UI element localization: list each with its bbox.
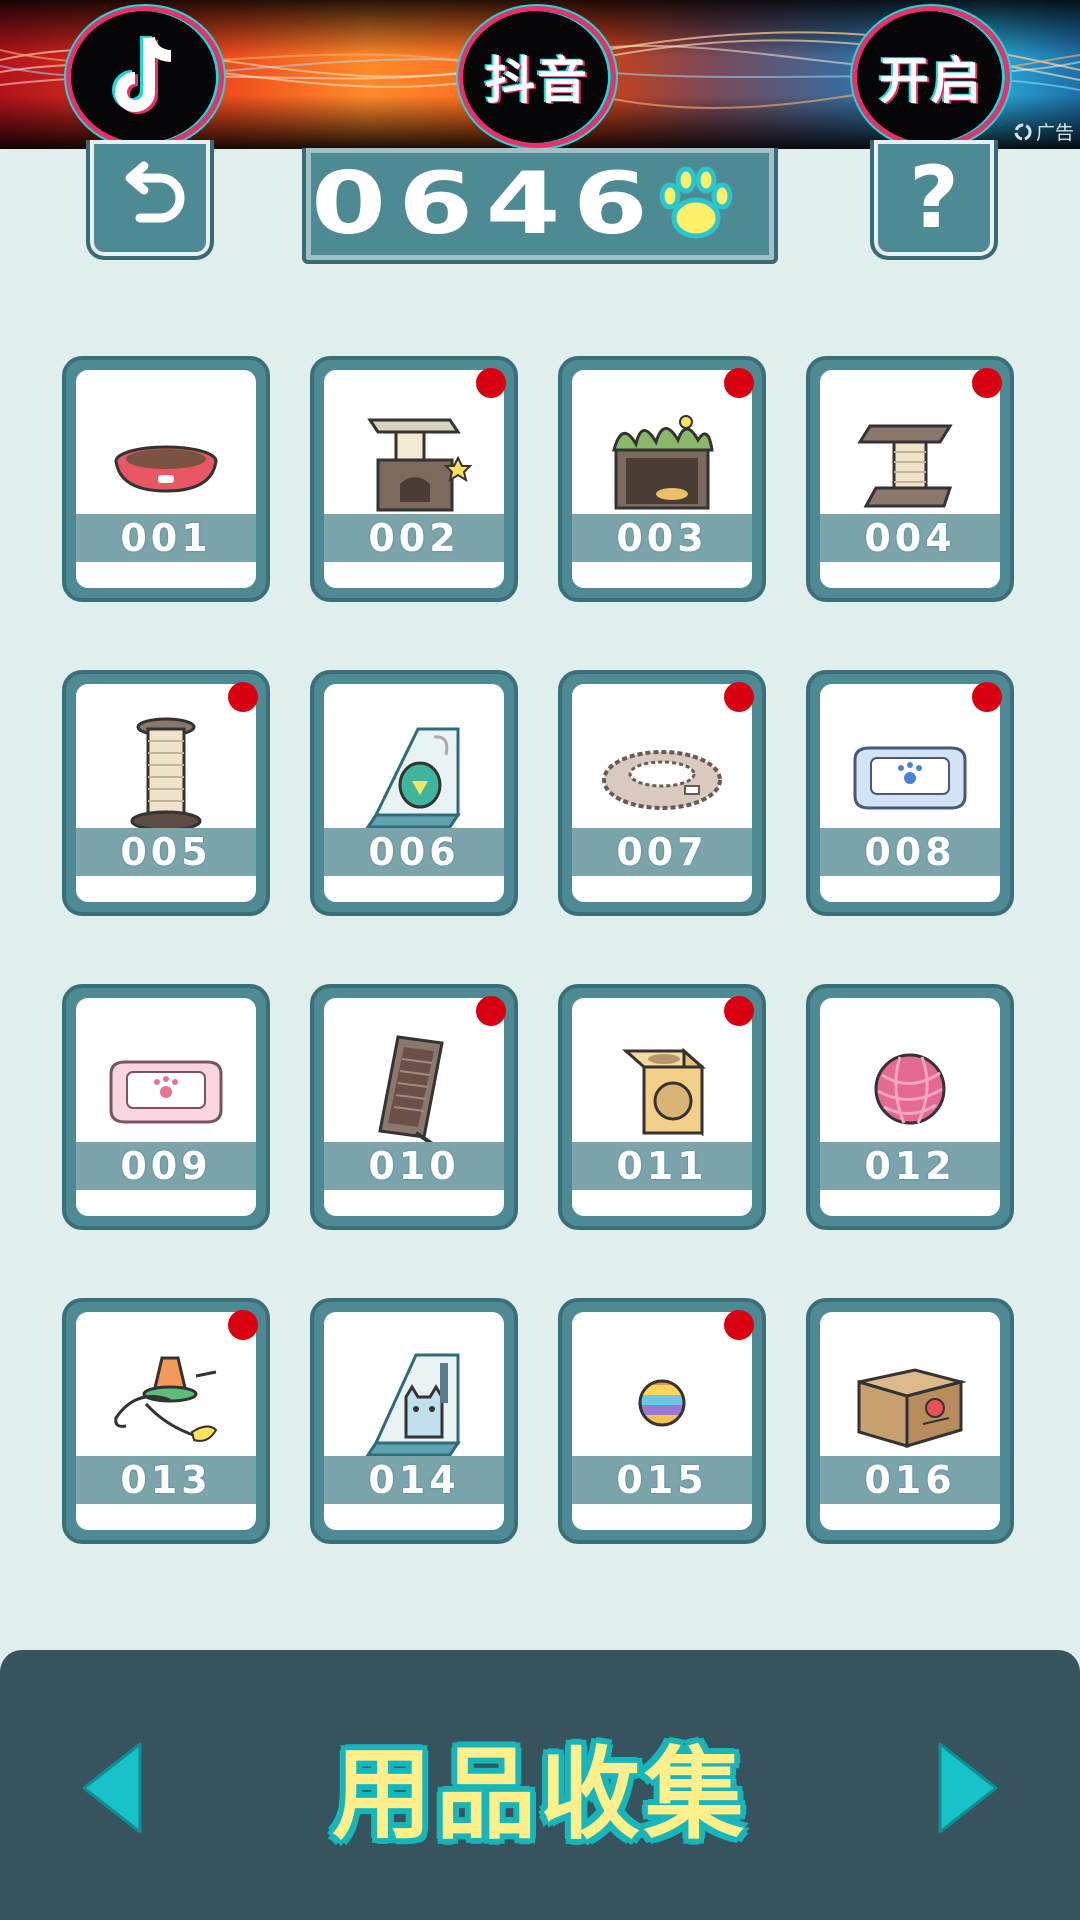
back-button[interactable] xyxy=(86,140,214,260)
scratch-board-icon xyxy=(378,1035,444,1147)
item-number: 013 xyxy=(76,1456,256,1504)
yarn-ball-icon xyxy=(874,1053,946,1125)
toy-box-icon xyxy=(365,727,461,829)
paw-counter: 0646 xyxy=(302,148,778,264)
new-item-dot xyxy=(724,996,754,1026)
item-card-005[interactable]: 005 xyxy=(62,670,270,916)
item-number: 002 xyxy=(324,514,504,562)
pink-bed-icon xyxy=(109,1060,223,1124)
new-item-dot xyxy=(228,682,258,712)
cube-house-icon xyxy=(622,1047,706,1137)
item-card-010[interactable]: 010 xyxy=(310,984,518,1230)
item-card-004[interactable]: 004 xyxy=(806,356,1014,602)
page-title: 用品收集 xyxy=(332,1735,748,1853)
new-item-dot xyxy=(724,368,754,398)
fluffy-ring-icon xyxy=(602,750,722,810)
food-bowl-icon xyxy=(114,445,218,493)
paw-counter-value: 0646 xyxy=(311,154,661,254)
item-card-008[interactable]: 008 xyxy=(806,670,1014,916)
blue-bed-icon xyxy=(853,746,967,810)
item-number: 014 xyxy=(324,1456,504,1504)
ad-banner[interactable]: 抖音 开启 广告 xyxy=(0,0,1080,149)
teaser-wand-icon xyxy=(114,1356,218,1442)
item-card-003[interactable]: 003 xyxy=(558,356,766,602)
new-item-dot xyxy=(972,368,1002,398)
paw-icon xyxy=(659,166,733,239)
cardboard-box-icon xyxy=(857,1368,967,1449)
help-button[interactable]: ? xyxy=(870,140,998,260)
new-item-dot xyxy=(724,1310,754,1340)
ad-button-douyin[interactable]: 抖音 xyxy=(458,6,616,148)
new-item-dot xyxy=(972,682,1002,712)
ad-button-open[interactable]: 开启 xyxy=(852,6,1010,148)
item-number: 006 xyxy=(324,828,504,876)
item-number: 015 xyxy=(572,1456,752,1504)
next-page-arrow-icon[interactable] xyxy=(932,1738,1002,1838)
item-card-006[interactable]: 006 xyxy=(310,670,518,916)
item-number: 001 xyxy=(76,514,256,562)
item-number: 003 xyxy=(572,514,752,562)
item-number: 007 xyxy=(572,828,752,876)
item-number: 004 xyxy=(820,514,1000,562)
item-card-015[interactable]: 015 xyxy=(558,1298,766,1544)
help-button-label: ? xyxy=(909,148,959,248)
scratch-pole-icon xyxy=(130,717,202,832)
music-note-icon xyxy=(112,36,172,114)
ad-refresh-icon xyxy=(1014,123,1032,140)
item-number: 016 xyxy=(820,1456,1000,1504)
item-card-011[interactable]: 011 xyxy=(558,984,766,1230)
item-card-016[interactable]: 016 xyxy=(806,1298,1014,1544)
item-number: 009 xyxy=(76,1142,256,1190)
ad-button-douyin-label: 抖音 xyxy=(485,52,589,110)
item-card-014[interactable]: 014 xyxy=(310,1298,518,1544)
item-number: 012 xyxy=(820,1142,1000,1190)
item-number: 005 xyxy=(76,828,256,876)
new-item-dot xyxy=(476,996,506,1026)
undo-arrow-icon xyxy=(125,161,185,223)
bottom-bar: 用品收集 xyxy=(0,1650,1080,1920)
new-item-dot xyxy=(724,682,754,712)
item-number: 011 xyxy=(572,1142,752,1190)
ad-button-open-label: 开启 xyxy=(879,52,983,110)
item-card-009[interactable]: 009 xyxy=(62,984,270,1230)
item-card-007[interactable]: 007 xyxy=(558,670,766,916)
item-card-013[interactable]: 013 xyxy=(62,1298,270,1544)
item-number: 010 xyxy=(324,1142,504,1190)
leafy-box-icon xyxy=(612,415,714,510)
item-number: 008 xyxy=(820,828,1000,876)
item-card-001[interactable]: 001 xyxy=(62,356,270,602)
prev-page-arrow-icon[interactable] xyxy=(78,1738,148,1838)
rainbow-ball-icon xyxy=(638,1379,686,1427)
item-card-012[interactable]: 012 xyxy=(806,984,1014,1230)
new-item-dot xyxy=(476,368,506,398)
cat-house-icon xyxy=(367,418,473,512)
new-item-dot xyxy=(228,1310,258,1340)
tiktok-logo-icon[interactable] xyxy=(66,6,224,148)
ad-tag: 广告 xyxy=(1013,118,1074,145)
scratch-post-icon xyxy=(857,424,953,508)
ad-tag-label: 广告 xyxy=(1035,122,1074,144)
item-card-002[interactable]: 002 xyxy=(310,356,518,602)
cat-figure-box-icon xyxy=(365,1353,461,1457)
